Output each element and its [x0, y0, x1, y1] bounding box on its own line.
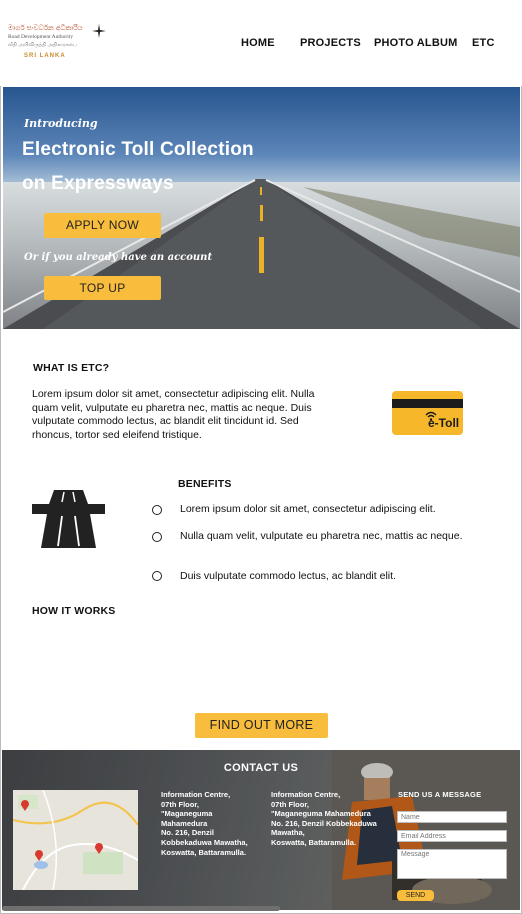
logo-sinhala-text: මාර්ග සංවර්ධන අධිකාරිය [8, 24, 83, 32]
message-textarea[interactable] [397, 849, 507, 879]
address-line: No. 216, Denzil [161, 828, 214, 838]
location-map[interactable] [13, 790, 138, 890]
what-is-etc-text: Lorem ipsum dolor sit amet, consectetur … [32, 388, 315, 441]
hero-title-line2: on Expressways [22, 173, 174, 194]
what-is-etc-heading: WHAT IS ETC? [33, 362, 110, 374]
bullet-icon [152, 532, 162, 542]
bullet-icon [152, 571, 162, 581]
nav-etc[interactable]: ETC [472, 37, 495, 49]
address-line: Kobbekaduwa Mawatha, [161, 837, 248, 847]
address-line: Mahamedura [161, 818, 208, 828]
nav-projects[interactable]: PROJECTS [300, 37, 361, 49]
address-line: 07th Floor, [161, 799, 199, 809]
hero-intro: Introducing [24, 117, 98, 130]
address-line: "Maganeguma Mahamedura [271, 809, 371, 819]
rda-emblem-icon [92, 24, 106, 38]
contact-footer: CONTACT US Information Centre, 07th Floo… [2, 750, 520, 910]
address-line: Koswatta, Battaramulla. [161, 847, 247, 857]
address-block-2: Information Centre, 07th Floor, "Maganeg… [271, 790, 389, 848]
benefit-item: Duis vulputate commodo lectus, ac blandi… [180, 570, 396, 582]
find-out-more-button[interactable]: FIND OUT MORE [195, 713, 328, 738]
logo-english-text: Road Development Authority [8, 34, 74, 40]
send-button[interactable]: SEND [397, 890, 434, 901]
send-message-heading: SEND US A MESSAGE [398, 790, 482, 799]
email-input[interactable] [397, 830, 507, 842]
logo-country-text: SRI LANKA [24, 53, 66, 59]
address-line: No. 216, Denzil Kobbekaduwa [271, 818, 377, 828]
card-label: e-Toll [428, 416, 460, 430]
address-line: Information Centre, [271, 790, 341, 799]
hero-banner: Introducing Electronic Toll Collection o… [3, 87, 520, 329]
contact-us-heading: CONTACT US [223, 762, 299, 774]
nav-home[interactable]: HOME [241, 37, 275, 49]
address-block-1: Information Centre, 07th Floor, "Maganeg… [161, 790, 261, 857]
bullet-icon [152, 505, 162, 515]
benefits-heading: BENEFITS [178, 478, 232, 490]
nav-photo-album[interactable]: PHOTO ALBUM [374, 37, 457, 49]
rda-logo[interactable]: මාර්ග සංවර්ධන අධිකාරිය Road Development … [6, 22, 108, 68]
address-line: Koswatta, Battaramulla. [271, 837, 357, 847]
highway-icon [32, 490, 105, 548]
name-input[interactable] [397, 811, 507, 823]
how-it-works-heading: HOW IT WORKS [32, 605, 116, 617]
card-stripe [392, 399, 463, 408]
address-line: Information Centre, [161, 790, 231, 799]
address-line: Mawatha, [271, 828, 305, 838]
top-up-button[interactable]: TOP UP [44, 276, 161, 300]
site-header: මාර්ග සංවර්ධන අධිකාරිය Road Development … [0, 0, 522, 86]
hero-account-text: Or if you already have an account [24, 252, 213, 263]
apply-now-button[interactable]: APPLY NOW [44, 213, 161, 238]
horizontal-scrollbar[interactable] [2, 906, 280, 911]
hero-title-line1: Electronic Toll Collection [22, 139, 254, 160]
benefit-item: Nulla quam velit, vulputate eu pharetra … [180, 530, 463, 542]
etoll-card-icon: e-Toll [392, 391, 463, 435]
address-line: "Maganeguma [161, 809, 213, 819]
logo-tamil-text: வீதி அபிவிருத்தி அதிகாரசபை [8, 42, 77, 48]
address-line: 07th Floor, [271, 799, 309, 809]
benefit-item: Lorem ipsum dolor sit amet, consectetur … [180, 503, 436, 515]
